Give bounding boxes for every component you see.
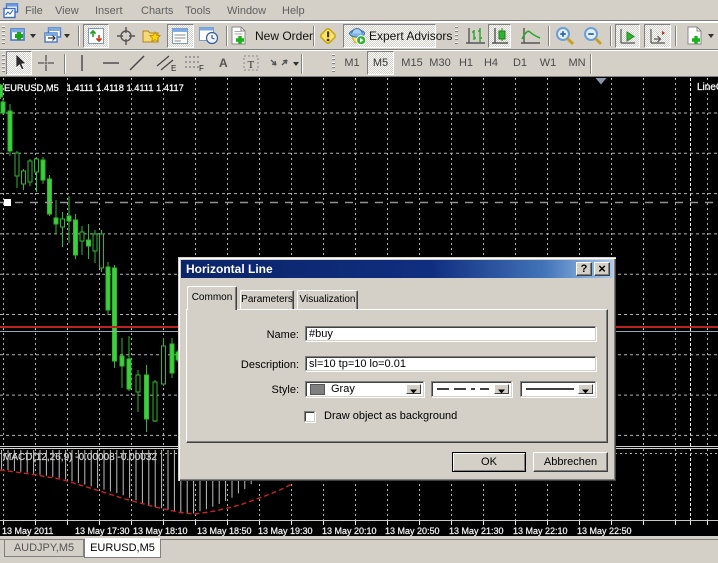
svg-text:MACD(12,26,9) -0.00008 -0.0003: MACD(12,26,9) -0.00008 -0.00032 (3, 452, 157, 463)
svg-text:T: T (248, 59, 255, 71)
svg-text:13 May 19:30: 13 May 19:30 (258, 526, 313, 536)
svg-text:13 May 18:50: 13 May 18:50 (197, 526, 252, 536)
svg-text:EURUSD,M5 1.4111 1.4118 1.41: EURUSD,M5 1.4111 1.4118 1.4111 1.4117 (4, 83, 184, 93)
svg-text:13 May 20:10: 13 May 20:10 (322, 526, 377, 536)
svg-text:13 May 22:10: 13 May 22:10 (513, 526, 568, 536)
svg-text:13 May 20:50: 13 May 20:50 (385, 526, 440, 536)
svg-text:LineCo: LineCo (697, 82, 718, 93)
svg-text:13 May 17:30: 13 May 17:30 (75, 526, 130, 536)
svg-text:13 May 2011: 13 May 2011 (2, 526, 53, 536)
svg-text:13 May 18:10: 13 May 18:10 (133, 526, 188, 536)
svg-text:13 May 22:50: 13 May 22:50 (577, 526, 632, 536)
svg-text:E: E (171, 64, 176, 72)
svg-text:F: F (199, 64, 204, 72)
svg-text:13 May 21:30: 13 May 21:30 (449, 526, 504, 536)
